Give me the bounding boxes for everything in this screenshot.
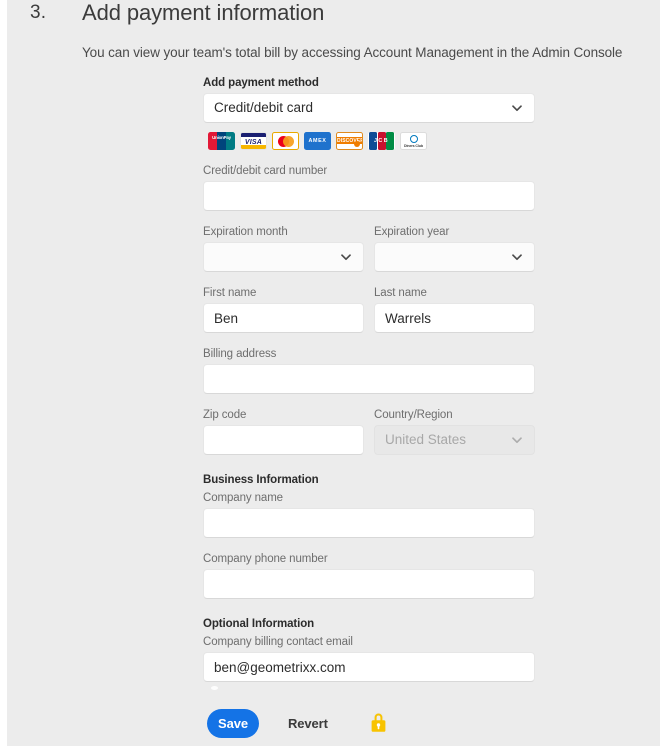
visa-icon: VISA [240, 132, 267, 150]
card-number-label: Credit/debit card number [203, 165, 328, 177]
visa-label: VISA [244, 138, 263, 146]
page-subtitle: You can view your team's total bill by a… [82, 45, 623, 60]
company-phone-input[interactable] [203, 569, 535, 599]
zip-code-label: Zip code [203, 409, 247, 421]
first-name-group: First name [203, 286, 364, 333]
unionpay-label: UnionPay [212, 135, 231, 140]
expiration-month-group: Expiration month [203, 225, 364, 272]
billing-contact-email-label: Company billing contact email [203, 636, 353, 648]
country-region-label: Country/Region [374, 409, 453, 421]
form-actions: Save Revert [203, 686, 535, 746]
last-name-label: Last name [374, 287, 427, 299]
payment-form: Add payment method Credit/debit card Uni… [203, 76, 535, 682]
expiration-year-select[interactable] [374, 242, 535, 272]
payment-method-select[interactable]: Credit/debit card [203, 93, 535, 123]
expiration-month-label: Expiration month [203, 226, 288, 238]
optional-information-heading: Optional Information [203, 618, 315, 630]
amex-icon: AMEX [304, 132, 331, 150]
save-button[interactable]: Save [207, 709, 259, 738]
lock-icon [369, 711, 388, 733]
last-name-group: Last name [374, 286, 535, 333]
amex-label: AMEX [308, 138, 327, 144]
discover-icon: DISCOVER [336, 132, 363, 150]
content-panel: 3. Add payment information You can view … [7, 0, 660, 746]
country-region-select: United States [374, 425, 535, 455]
billing-address-label: Billing address [203, 348, 277, 360]
billing-address-input[interactable] [203, 364, 535, 394]
chevron-down-icon [511, 434, 523, 446]
expiration-year-label: Expiration year [374, 226, 450, 238]
page-title: Add payment information [82, 0, 325, 25]
zip-code-input[interactable] [203, 425, 364, 455]
first-name-label: First name [203, 287, 257, 299]
chevron-down-icon [340, 251, 352, 263]
billing-contact-email-input[interactable] [203, 652, 535, 682]
decorative-mark [211, 686, 218, 690]
accepted-card-logos: UnionPay VISA AMEX DISCOVER JCB Diners C… [208, 132, 535, 150]
diners-label: Diners Club [403, 143, 424, 148]
zip-code-group: Zip code [203, 408, 364, 455]
name-row: First name Last name [203, 286, 535, 333]
first-name-input[interactable] [203, 303, 364, 333]
jcb-icon: JCB [368, 132, 395, 150]
payment-method-value: Credit/debit card [214, 100, 314, 115]
country-region-group: Country/Region United States [374, 408, 535, 455]
last-name-input[interactable] [374, 303, 535, 333]
chevron-down-icon [511, 102, 523, 114]
expiration-month-select[interactable] [203, 242, 364, 272]
company-phone-label: Company phone number [203, 553, 328, 565]
country-region-value: United States [385, 432, 467, 447]
payment-method-label: Add payment method [203, 77, 319, 89]
chevron-down-icon [511, 251, 523, 263]
diners-club-icon: Diners Club [400, 132, 427, 150]
unionpay-icon: UnionPay [208, 132, 235, 150]
expiration-row: Expiration month Expiration year [203, 225, 535, 272]
jcb-label: JCB [374, 138, 389, 144]
revert-button[interactable]: Revert [288, 709, 328, 738]
company-name-label: Company name [203, 492, 283, 504]
business-information-heading: Business Information [203, 474, 319, 486]
card-number-input[interactable] [203, 181, 535, 211]
mastercard-icon [272, 132, 299, 150]
location-row: Zip code Country/Region United States [203, 408, 535, 455]
step-number: 3. [30, 2, 47, 23]
payment-information-page: 3. Add payment information You can view … [0, 0, 669, 746]
company-name-input[interactable] [203, 508, 535, 538]
expiration-year-group: Expiration year [374, 225, 535, 272]
